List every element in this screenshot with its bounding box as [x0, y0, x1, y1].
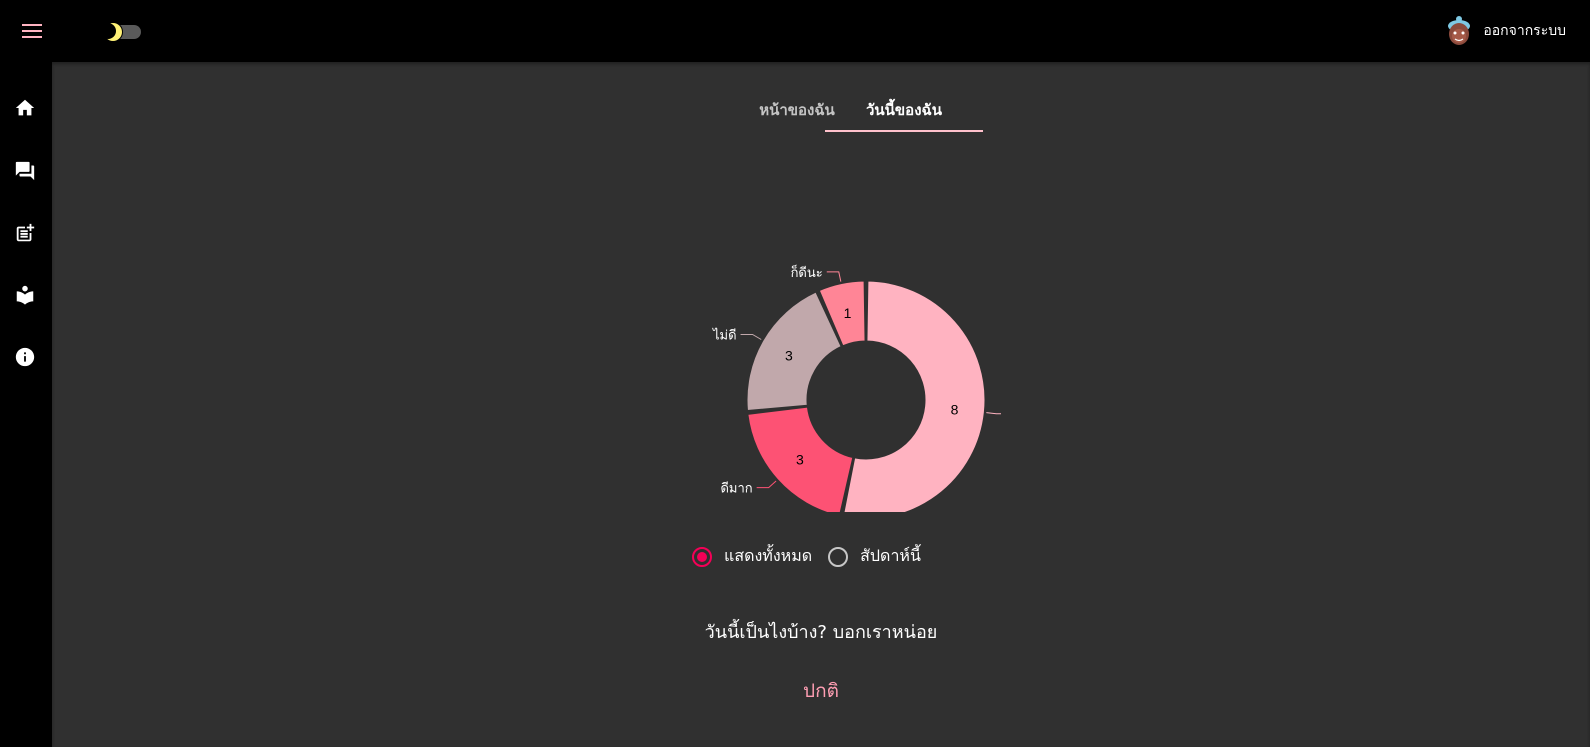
reading-icon[interactable]: [12, 282, 38, 308]
moon-icon: [100, 22, 123, 42]
radio-circle-checked: [692, 546, 712, 567]
donut-slice[interactable]: [746, 291, 842, 412]
slice-value-label: 3: [785, 348, 793, 364]
forum-icon[interactable]: [12, 158, 38, 184]
radio-label: สัปดาห์นี้: [860, 546, 921, 565]
slice-leader-line: [986, 412, 1001, 415]
slice-value-label: 3: [796, 452, 804, 468]
tab-label: วันนี้ของฉัน: [866, 101, 942, 119]
post-add-icon[interactable]: [12, 220, 38, 246]
mood-donut-chart: 8ปกติ3ดีมาก3ไม่ดี1ก็ดีนะ: [712, 263, 1001, 512]
info-icon[interactable]: [12, 344, 38, 370]
tab-my-today[interactable]: วันนี้ของฉัน: [825, 90, 983, 132]
theme-toggle[interactable]: [100, 22, 141, 42]
main-content: หน้าของฉัน วันนี้ของฉัน 8 ปกติ 3 ดีมาก 3 ไม่ด…: [52, 62, 1590, 747]
avatar: [1445, 15, 1473, 47]
logout-label: ออกจากระบบ: [1483, 23, 1566, 39]
radio-show-all[interactable]: แสดงทั้งหมด: [692, 544, 812, 569]
slice-leader-line: [740, 334, 762, 340]
menu-icon[interactable]: [19, 18, 45, 44]
slice-category-label: ดีมาก: [720, 481, 752, 496]
slice-leader-line: [826, 271, 842, 282]
tab-label: หน้าของฉัน: [759, 101, 835, 119]
slice-value-label: 1: [844, 305, 852, 321]
slice-value-label: 8: [951, 401, 959, 417]
radio-label: แสดงทั้งหมด: [724, 546, 813, 565]
home-icon[interactable]: [12, 95, 38, 121]
mood-answer-button[interactable]: ปกติ: [52, 676, 1590, 706]
top-app-bar: ออกจากระบบ: [0, 0, 1590, 62]
filter-radio-group: แสดงทั้งหมด สัปดาห์นี้: [692, 544, 937, 569]
slice-leader-line: [756, 480, 777, 489]
side-navigation: [0, 62, 52, 747]
slice-category-label: ก็ดีนะ: [791, 263, 823, 280]
slice-category-label: ไม่ดี: [712, 328, 737, 343]
mood-question: วันนี้เป็นไงบ้าง? บอกเราหน่อย: [704, 622, 938, 643]
logout-button[interactable]: ออกจากระบบ: [1445, 10, 1566, 52]
radio-this-week[interactable]: สัปดาห์นี้: [828, 544, 921, 569]
radio-circle: [828, 546, 849, 567]
